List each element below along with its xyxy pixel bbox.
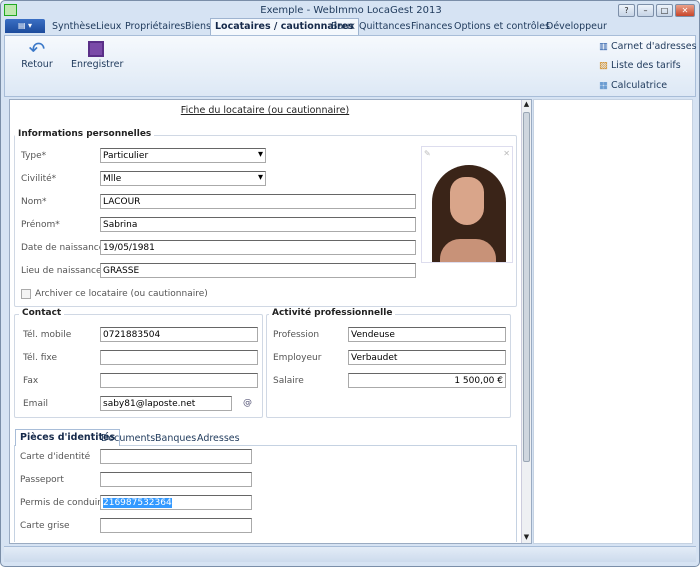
civilite-select[interactable]: Mlle [100,171,266,186]
contact-title: Contact [19,308,65,318]
tab-options[interactable]: Options et contrôles [454,21,550,32]
permis-input[interactable]: 216987532364 [100,495,252,510]
maximize-button[interactable]: □ [656,4,673,17]
dob-label: Date de naissance* [21,243,109,253]
tab-adresses[interactable]: Adresses [197,433,240,444]
undo-arrow-icon: ↶ [28,37,46,61]
tab-banques[interactable]: Banques [155,433,196,444]
price-list-link[interactable]: ▧ Liste des tarifs [599,60,681,71]
permis-selection: 216987532364 [103,498,172,508]
archive-checkbox[interactable] [21,289,31,299]
civilite-label: Civilité* [21,174,57,184]
fixe-input[interactable] [100,350,258,365]
passport-input[interactable] [100,472,252,487]
tab-documents[interactable]: Documents [101,433,155,444]
fax-input[interactable] [100,373,258,388]
ci-input[interactable] [100,449,252,464]
salary-label: Salaire [273,376,304,386]
activity-title: Activité professionnelle [269,308,396,318]
save-button[interactable]: Enregistrer [71,39,123,70]
close-button[interactable]: ✕ [675,4,695,17]
tenant-photo[interactable]: ✎ ✕ [421,146,513,263]
photo-edit-icon[interactable]: ✎ [424,149,431,158]
permis-label: Permis de conduire [20,498,107,508]
prenom-input[interactable]: Sabrina [100,217,416,232]
tab-lieux[interactable]: Lieux [96,21,121,32]
prenom-label: Prénom* [21,220,60,230]
nom-input[interactable]: LACOUR [100,194,416,209]
personal-info-title: Informations personnelles [15,129,155,139]
app-window: Exemple - WebImmo LocaGest 2013 ? – □ ✕ … [0,0,700,567]
calculator-link[interactable]: ▦ Calculatrice [599,80,667,91]
send-email-icon[interactable]: @ [243,398,252,408]
employer-label: Employeur [273,353,322,363]
employer-input[interactable]: Verbaudet [348,350,506,365]
mobile-label: Tél. mobile [23,330,72,340]
nom-label: Nom* [21,197,47,207]
tab-finances[interactable]: Finances [411,21,452,32]
pob-input[interactable]: GRASSE [100,263,416,278]
vertical-scrollbar[interactable]: ▲ ▼ [521,100,531,543]
status-bar [4,546,696,562]
tab-synthese[interactable]: Synthèse [52,21,96,32]
address-book-link[interactable]: ▥ Carnet d'adresses [599,41,697,52]
form-title: Fiche du locataire (ou cautionnaire) [180,105,350,116]
pob-label: Lieu de naissance* [21,266,107,276]
profession-input[interactable]: Vendeuse [348,327,506,342]
tab-biens[interactable]: Biens [185,21,211,32]
fax-label: Fax [23,376,39,386]
scrollbar-thumb[interactable] [523,112,530,462]
grise-label: Carte grise [20,521,70,531]
type-label: Type* [21,151,47,161]
dob-input[interactable]: 19/05/1981 [100,240,416,255]
ci-label: Carte d'identité [20,452,91,462]
profession-label: Profession [273,330,320,340]
grise-input[interactable] [100,518,252,533]
tab-proprietaires[interactable]: Propriétaires [125,21,185,32]
email-label: Email [23,399,48,409]
back-button[interactable]: ↶ Retour [19,39,55,70]
window-title: Exemple - WebImmo LocaGest 2013 [260,5,442,16]
help-button[interactable]: ? [618,4,635,17]
right-pane [533,99,693,544]
archive-label: Archiver ce locataire (ou cautionnaire) [35,289,208,299]
email-input[interactable]: saby81@laposte.net [100,396,232,411]
mobile-input[interactable]: 0721883504 [100,327,258,342]
tab-quittances[interactable]: Quittances [359,21,410,32]
passport-label: Passeport [20,475,64,485]
floppy-disk-icon [88,41,104,57]
tab-developpeur[interactable]: Développeur [546,21,607,32]
file-menu-button[interactable]: ▤ ▾ [5,19,45,33]
price-list-icon: ▧ [599,60,608,71]
salary-input[interactable]: 1 500,00 € [348,373,506,388]
book-icon: ▥ [599,41,608,52]
minimize-button[interactable]: – [637,4,654,17]
type-select[interactable]: Particulier [100,148,266,163]
photo-delete-icon[interactable]: ✕ [503,149,510,158]
calculator-icon: ▦ [599,80,608,91]
tab-baux[interactable]: Baux [331,21,355,32]
fixe-label: Tél. fixe [23,353,57,363]
